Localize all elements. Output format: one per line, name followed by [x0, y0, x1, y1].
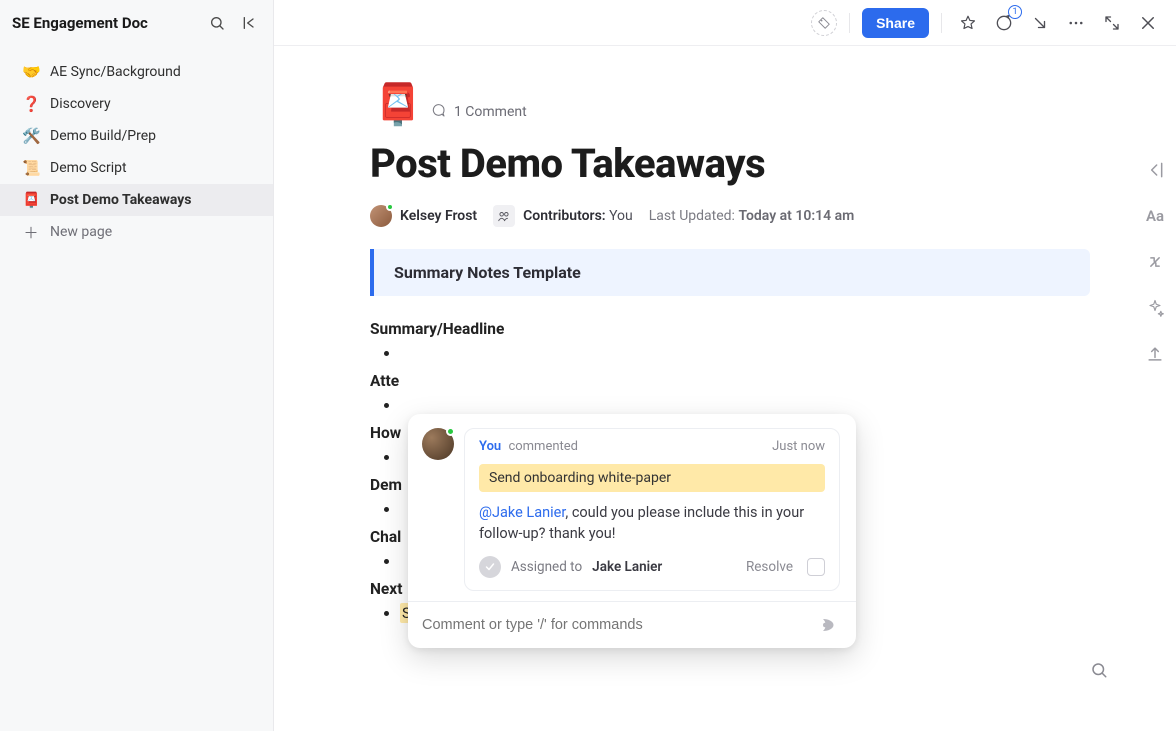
summary-callout[interactable]: Summary Notes Template — [370, 249, 1090, 296]
comment-quote: Send onboarding white-paper — [479, 464, 825, 492]
topbar-divider — [941, 13, 942, 33]
link-arrows-icon[interactable] — [1143, 250, 1167, 274]
list-item[interactable] — [400, 344, 1110, 362]
author-chip[interactable]: Kelsey Frost — [370, 205, 477, 227]
star-icon[interactable] — [954, 9, 982, 37]
collapse-sidebar-icon[interactable] — [237, 11, 261, 35]
sidebar-item-discovery[interactable]: ❓ Discovery — [0, 88, 273, 120]
sidebar-item-demo-script[interactable]: 📜 Demo Script — [0, 152, 273, 184]
comment-input-row — [408, 601, 856, 648]
list-summary — [400, 344, 1110, 362]
sparkle-icon[interactable] — [1143, 296, 1167, 320]
comment-count[interactable]: 1 Comment — [430, 102, 527, 122]
sidebar-item-new-page[interactable]: ＋ New page — [0, 216, 273, 248]
section-summary: Summary/Headline — [370, 320, 1110, 338]
notifications-badge: 1 — [1008, 5, 1022, 19]
sidebar-item-label: Discovery — [50, 96, 111, 112]
list-item[interactable] — [400, 396, 1110, 414]
postbox-icon: 📮 — [22, 191, 40, 209]
comment-body: @Jake Lanier, could you please include t… — [479, 502, 825, 544]
indent-icon[interactable] — [1143, 158, 1167, 182]
question-icon: ❓ — [22, 95, 40, 113]
comment-assign-row: Assigned to Jake Lanier Resolve — [479, 556, 825, 578]
sidebar-item-demo-build[interactable]: 🛠️ Demo Build/Prep — [0, 120, 273, 152]
updated-label: Last Updated: — [649, 208, 735, 224]
byline: Kelsey Frost Contributors: You Last Upda… — [370, 205, 1110, 227]
updated-value: Today at 10:14 am — [738, 208, 854, 224]
assignee-name[interactable]: Jake Lanier — [592, 559, 662, 575]
topbar: Share 1 — [274, 0, 1176, 46]
comment-popover: You commented Just now Send onboarding w… — [408, 414, 856, 648]
tools-icon: 🛠️ — [22, 127, 40, 145]
contributors-chip[interactable]: Contributors: You — [493, 205, 633, 227]
presence-dot — [386, 203, 394, 211]
author-name: Kelsey Frost — [400, 208, 477, 224]
comment-count-label: 1 Comment — [454, 104, 527, 120]
expand-icon[interactable] — [1098, 9, 1126, 37]
resolve-label: Resolve — [746, 559, 793, 575]
sidebar-item-label: AE Sync/Background — [50, 64, 181, 80]
sidebar-item-label: Demo Build/Prep — [50, 128, 156, 144]
download-icon[interactable] — [1026, 9, 1054, 37]
tag-settings-icon[interactable] — [811, 10, 837, 36]
contributors-value: You — [609, 208, 633, 224]
notifications-icon[interactable]: 1 — [990, 9, 1018, 37]
author-avatar — [370, 205, 392, 227]
sidebar-item-label: New page — [50, 224, 112, 240]
sidebar-item-post-demo[interactable]: 📮 Post Demo Takeaways — [0, 184, 273, 216]
comment-meta: You commented Just now — [479, 439, 825, 454]
comment-card: You commented Just now Send onboarding w… — [464, 428, 840, 591]
sidebar: SE Engagement Doc 🤝 AE Sync/Background ❓… — [0, 0, 274, 731]
share-button[interactable]: Share — [862, 8, 929, 38]
comment-action: commented — [508, 439, 578, 454]
section-attendees: Atte — [370, 372, 1110, 390]
right-rail: Aa — [1134, 46, 1176, 731]
resolve-checkbox[interactable] — [807, 558, 825, 576]
page-search-icon[interactable] — [1088, 659, 1110, 681]
assigned-label: Assigned to — [511, 559, 582, 575]
check-circle-icon[interactable] — [479, 556, 501, 578]
doc-title: SE Engagement Doc — [12, 14, 197, 32]
handshake-icon: 🤝 — [22, 63, 40, 81]
comment-time: Just now — [772, 439, 825, 454]
presence-dot — [446, 427, 455, 436]
comment-author-you: You — [479, 439, 501, 454]
scroll-icon: 📜 — [22, 159, 40, 177]
send-comment-icon[interactable] — [816, 614, 842, 636]
sidebar-item-label: Post Demo Takeaways — [50, 192, 192, 208]
page-title[interactable]: Post Demo Takeaways — [370, 140, 1110, 187]
close-icon[interactable] — [1134, 9, 1162, 37]
typography-icon[interactable]: Aa — [1143, 204, 1167, 228]
more-icon[interactable] — [1062, 9, 1090, 37]
sidebar-header: SE Engagement Doc — [0, 0, 273, 46]
page-emoji[interactable]: 📮 — [370, 76, 426, 132]
commenter-avatar-wrap — [422, 428, 454, 591]
comment-popover-body: You commented Just now Send onboarding w… — [408, 414, 856, 601]
commenter-avatar — [422, 428, 454, 460]
sidebar-item-label: Demo Script — [50, 160, 127, 176]
contributors-icon — [493, 205, 515, 227]
search-icon[interactable] — [205, 11, 229, 35]
last-updated: Last Updated: Today at 10:14 am — [649, 208, 855, 224]
topbar-divider — [849, 13, 850, 33]
plus-icon: ＋ — [22, 222, 40, 243]
comment-icon — [430, 102, 446, 122]
contributors-label: Contributors: — [523, 208, 605, 224]
upload-icon[interactable] — [1143, 342, 1167, 366]
sidebar-item-ae-sync[interactable]: 🤝 AE Sync/Background — [0, 56, 273, 88]
mention[interactable]: @Jake Lanier — [479, 504, 565, 521]
comment-input[interactable] — [422, 617, 808, 633]
sidebar-nav: 🤝 AE Sync/Background ❓ Discovery 🛠️ Demo… — [0, 46, 273, 248]
list-attendees — [400, 396, 1110, 414]
